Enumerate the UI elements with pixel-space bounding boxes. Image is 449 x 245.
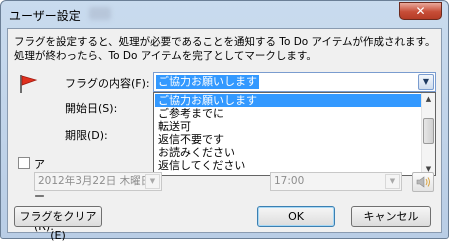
speaker-icon bbox=[416, 176, 430, 188]
flag-content-value: ご協力お願いします bbox=[156, 75, 259, 89]
flag-icon bbox=[20, 75, 38, 93]
blurred-title-text bbox=[89, 7, 111, 20]
dropdown-item[interactable]: お読みください bbox=[155, 146, 421, 159]
ok-button[interactable]: OK bbox=[257, 206, 335, 227]
scroll-up-arrow-icon[interactable]: ▲ bbox=[422, 93, 435, 105]
dialog-window: ユーザー設定 ✕ フラグを設定すると、処理が必要であることを通知する To Do… bbox=[0, 0, 449, 242]
description-text: フラグを設定すると、処理が必要であることを通知する To Do アイテムが作成さ… bbox=[14, 36, 436, 62]
dropdown-item[interactable]: ご協力お願いします bbox=[155, 94, 421, 107]
alarm-checkbox[interactable] bbox=[18, 157, 30, 169]
alarm-time-combobox[interactable]: 17:00 ▼ bbox=[270, 172, 402, 191]
clear-flag-button[interactable]: フラグをクリア(E) bbox=[14, 206, 102, 242]
start-date-label: 開始日(S): bbox=[65, 102, 118, 115]
dropdown-item[interactable]: 返信してください bbox=[155, 159, 421, 172]
title-bar[interactable]: ユーザー設定 ✕ bbox=[1, 1, 448, 27]
alarm-date-value: 2012年3月22日 木曜日 bbox=[38, 175, 152, 187]
chevron-down-icon[interactable]: ▼ bbox=[385, 174, 400, 189]
close-button[interactable]: ✕ bbox=[399, 2, 442, 20]
dropdown-scrollbar[interactable]: ▲ ▼ bbox=[421, 93, 435, 175]
due-date-label: 期限(D): bbox=[65, 129, 108, 142]
dropdown-item[interactable]: 返信不要です bbox=[155, 133, 421, 146]
flag-content-label: フラグの内容(F): bbox=[65, 77, 150, 90]
alarm-date-picker[interactable]: 2012年3月22日 木曜日 ▼ bbox=[34, 172, 162, 191]
dialog-body: フラグを設定すると、処理が必要であることを通知する To Do アイテムが作成さ… bbox=[7, 28, 442, 242]
scroll-thumb[interactable] bbox=[423, 118, 434, 144]
alarm-time-value: 17:00 bbox=[274, 175, 305, 187]
chevron-down-icon[interactable]: ▼ bbox=[145, 174, 160, 189]
cancel-button[interactable]: キャンセル bbox=[351, 206, 431, 227]
chevron-down-icon[interactable]: ▼ bbox=[418, 74, 434, 90]
dropdown-item[interactable]: 転送可 bbox=[155, 120, 421, 133]
flag-content-dropdown-list[interactable]: ご協力お願いします ご参考までに 転送可 返信不要です お読みください 返信して… bbox=[153, 92, 436, 176]
window-title: ユーザー設定 bbox=[9, 9, 81, 23]
dropdown-item[interactable]: ご参考までに bbox=[155, 107, 421, 120]
alarm-sound-button[interactable] bbox=[412, 172, 434, 192]
flag-content-combobox[interactable]: ご協力お願いします ▼ bbox=[153, 72, 436, 92]
